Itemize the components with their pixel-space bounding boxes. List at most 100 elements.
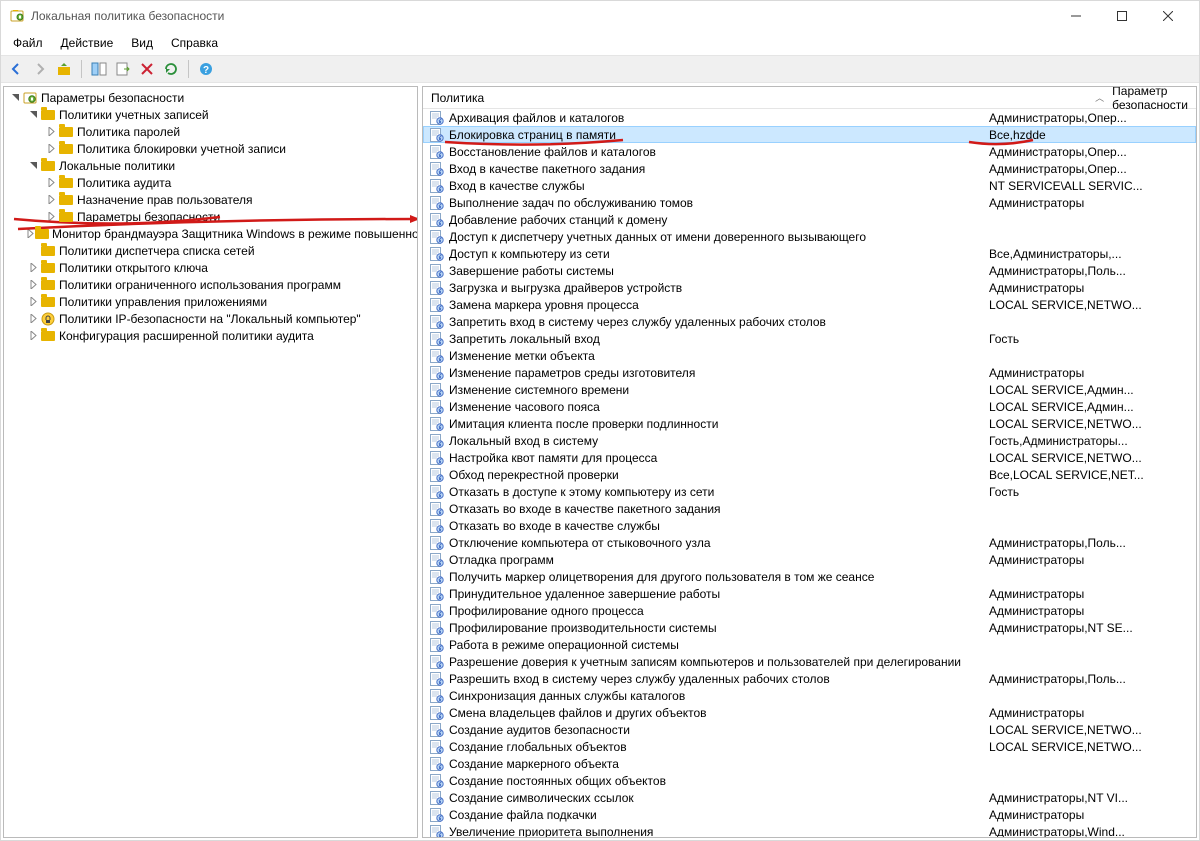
policy-name: Загрузка и выгрузка драйверов устройств: [449, 281, 989, 295]
toolbar-export-button[interactable]: [112, 58, 134, 80]
policy-row[interactable]: Разрешить вход в систему через службу уд…: [423, 670, 1196, 687]
expand-icon[interactable]: [44, 178, 58, 187]
titlebar: Локальная политика безопасности: [1, 1, 1199, 31]
policy-row[interactable]: Изменение параметров среды изготовителяА…: [423, 364, 1196, 381]
toolbar-up-button[interactable]: [53, 58, 75, 80]
toolbar-show-hide-button[interactable]: [88, 58, 110, 80]
policy-row[interactable]: Выполнение задач по обслуживанию томовАд…: [423, 194, 1196, 211]
policy-icon: [429, 603, 445, 619]
toolbar-help-button[interactable]: ?: [195, 58, 217, 80]
policy-row[interactable]: Изменение метки объекта: [423, 347, 1196, 364]
policy-row[interactable]: Получить маркер олицетворения для другог…: [423, 568, 1196, 585]
policy-row[interactable]: Архивация файлов и каталоговАдминистрато…: [423, 109, 1196, 126]
collapse-icon[interactable]: [26, 161, 40, 170]
policy-row[interactable]: Завершение работы системыАдминистраторы,…: [423, 262, 1196, 279]
tree-item[interactable]: Конфигурация расширенной политики аудита: [4, 327, 417, 344]
toolbar-refresh-button[interactable]: [160, 58, 182, 80]
tree-item[interactable]: Политики ограниченного использования про…: [4, 276, 417, 293]
policy-row[interactable]: Увеличение приоритета выполненияАдминист…: [423, 823, 1196, 838]
policy-row[interactable]: Синхронизация данных службы каталогов: [423, 687, 1196, 704]
tree-item[interactable]: Политики учетных записей: [4, 106, 417, 123]
menu-help[interactable]: Справка: [163, 33, 226, 53]
policy-row[interactable]: Запретить вход в систему через службу уд…: [423, 313, 1196, 330]
expand-icon[interactable]: [44, 195, 58, 204]
expand-icon[interactable]: [26, 229, 35, 238]
expand-icon[interactable]: [26, 331, 40, 340]
toolbar-back-button[interactable]: [5, 58, 27, 80]
menu-file[interactable]: Файл: [5, 33, 51, 53]
policy-row[interactable]: Имитация клиента после проверки подлинно…: [423, 415, 1196, 432]
policy-row[interactable]: Отключение компьютера от стыковочного уз…: [423, 534, 1196, 551]
policy-row[interactable]: Добавление рабочих станций к домену: [423, 211, 1196, 228]
expand-icon[interactable]: [44, 127, 58, 136]
policy-row[interactable]: Доступ к диспетчеру учетных данных от им…: [423, 228, 1196, 245]
toolbar-forward-button[interactable]: [29, 58, 51, 80]
policy-row[interactable]: Локальный вход в системуГость,Администра…: [423, 432, 1196, 449]
policy-row[interactable]: Отказать во входе в качестве пакетного з…: [423, 500, 1196, 517]
tree-item[interactable]: Локальные политики: [4, 157, 417, 174]
policy-row[interactable]: Обход перекрестной проверкиВсе,LOCAL SER…: [423, 466, 1196, 483]
policy-row[interactable]: Создание аудитов безопасностиLOCAL SERVI…: [423, 721, 1196, 738]
policy-row[interactable]: Создание маркерного объекта: [423, 755, 1196, 772]
collapse-icon[interactable]: [26, 110, 40, 119]
menu-view[interactable]: Вид: [123, 33, 161, 53]
tree-item[interactable]: Политика блокировки учетной записи: [4, 140, 417, 157]
tree-item[interactable]: Монитор брандмауэра Защитника Windows в …: [4, 225, 417, 242]
policy-row[interactable]: Отказать во входе в качестве службы: [423, 517, 1196, 534]
tree-panel[interactable]: Параметры безопасностиПолитики учетных з…: [3, 86, 418, 838]
policy-row[interactable]: Смена владельцев файлов и других объекто…: [423, 704, 1196, 721]
tree-item[interactable]: Политики IP-безопасности на "Локальный к…: [4, 310, 417, 327]
maximize-button[interactable]: [1099, 1, 1145, 31]
close-button[interactable]: [1145, 1, 1191, 31]
tree-item[interactable]: Политики управления приложениями: [4, 293, 417, 310]
tree-item[interactable]: Политика паролей: [4, 123, 417, 140]
policy-name: Профилирование одного процесса: [449, 604, 989, 618]
minimize-button[interactable]: [1053, 1, 1099, 31]
tree-item[interactable]: Политика аудита: [4, 174, 417, 191]
tree-item[interactable]: Параметры безопасности: [4, 208, 417, 225]
tree-item-label: Политика аудита: [77, 176, 171, 190]
policy-row[interactable]: Загрузка и выгрузка драйверов устройствА…: [423, 279, 1196, 296]
policy-row[interactable]: Настройка квот памяти для процессаLOCAL …: [423, 449, 1196, 466]
toolbar-delete-button[interactable]: [136, 58, 158, 80]
policy-row[interactable]: Профилирование одного процессаАдминистра…: [423, 602, 1196, 619]
policy-row[interactable]: Вход в качестве службыNT SERVICE\ALL SER…: [423, 177, 1196, 194]
policy-row[interactable]: Восстановление файлов и каталоговАдминис…: [423, 143, 1196, 160]
policy-value: LOCAL SERVICE,NETWO...: [989, 417, 1196, 431]
policy-row[interactable]: Запретить локальный входГость: [423, 330, 1196, 347]
expand-icon[interactable]: [26, 280, 40, 289]
collapse-icon[interactable]: [8, 93, 22, 102]
menu-action[interactable]: Действие: [53, 33, 122, 53]
policy-row[interactable]: Замена маркера уровня процессаLOCAL SERV…: [423, 296, 1196, 313]
list-panel[interactable]: Политика ︿ Параметр безопасности Архивац…: [422, 86, 1197, 838]
column-header-policy[interactable]: Политика: [423, 88, 855, 108]
policy-row[interactable]: Вход в качестве пакетного заданияАдминис…: [423, 160, 1196, 177]
expand-icon[interactable]: [44, 144, 58, 153]
policy-name: Изменение параметров среды изготовителя: [449, 366, 989, 380]
tree-item[interactable]: Политики открытого ключа: [4, 259, 417, 276]
policy-row[interactable]: Создание файла подкачкиАдминистраторы: [423, 806, 1196, 823]
policy-row[interactable]: Изменение системного времениLOCAL SERVIC…: [423, 381, 1196, 398]
policy-row[interactable]: Профилирование производительности систем…: [423, 619, 1196, 636]
expand-icon[interactable]: [26, 263, 40, 272]
policy-row[interactable]: Доступ к компьютеру из сетиВсе,Администр…: [423, 245, 1196, 262]
policy-row[interactable]: Блокировка страниц в памятиВсе,hzdde: [423, 126, 1196, 143]
expand-icon[interactable]: [26, 314, 40, 323]
policy-row[interactable]: Создание постоянных общих объектов: [423, 772, 1196, 789]
policy-row[interactable]: Принудительное удаленное завершение рабо…: [423, 585, 1196, 602]
policy-row[interactable]: Отладка программАдминистраторы: [423, 551, 1196, 568]
folder-icon: [58, 141, 74, 157]
policy-value: Администраторы: [989, 587, 1196, 601]
expand-icon[interactable]: [26, 297, 40, 306]
tree-item[interactable]: Назначение прав пользователя: [4, 191, 417, 208]
policy-row[interactable]: Создание глобальных объектовLOCAL SERVIC…: [423, 738, 1196, 755]
policy-row[interactable]: Создание символических ссылокАдминистрат…: [423, 789, 1196, 806]
tree-item[interactable]: Параметры безопасности: [4, 89, 417, 106]
policy-row[interactable]: Работа в режиме операционной системы: [423, 636, 1196, 653]
policy-row[interactable]: Отказать в доступе к этому компьютеру из…: [423, 483, 1196, 500]
expand-icon[interactable]: [44, 212, 58, 221]
policy-row[interactable]: Разрешение доверия к учетным записям ком…: [423, 653, 1196, 670]
tree-item[interactable]: Политики диспетчера списка сетей: [4, 242, 417, 259]
policy-row[interactable]: Изменение часового поясаLOCAL SERVICE,Ад…: [423, 398, 1196, 415]
tree-item-label: Конфигурация расширенной политики аудита: [59, 329, 314, 343]
